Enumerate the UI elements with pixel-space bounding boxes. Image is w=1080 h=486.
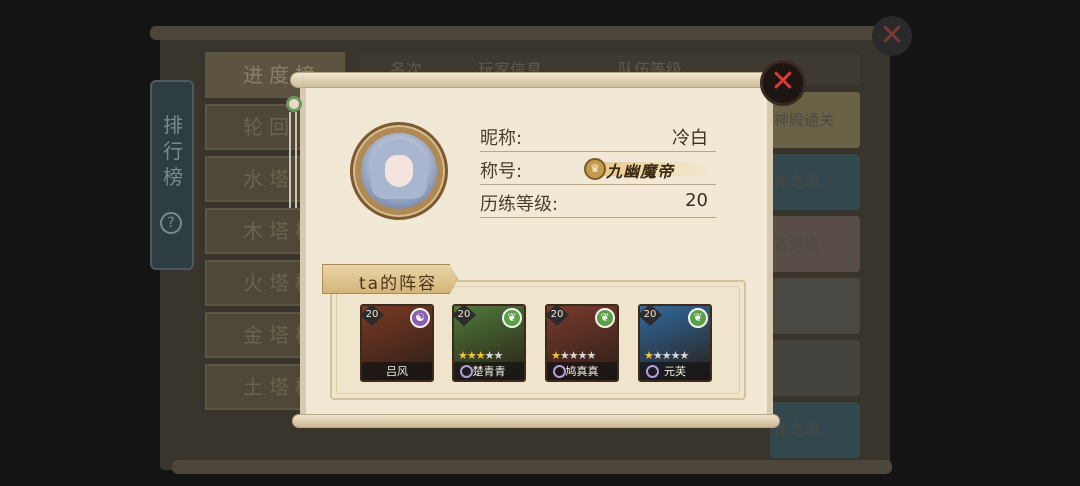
table-row[interactable]: 古遗迹 <box>770 216 860 272</box>
player-avatar-frame <box>350 122 448 220</box>
crown-icon: ♛ <box>584 158 606 180</box>
hero-star-rating: ★★★★★ <box>458 349 504 362</box>
ranking-progress-column: 神殿通关 命之间 古遗迹 蝌连廊 命之间 <box>770 92 860 464</box>
help-icon[interactable]: ? <box>160 212 182 234</box>
hero-star-rating: ★★★★★ <box>644 349 690 362</box>
table-row[interactable] <box>770 340 860 396</box>
table-row[interactable]: 命之间 <box>770 402 860 458</box>
ranking-side-banner: 排行榜 ? <box>150 80 194 270</box>
star-icon: ★ <box>661 349 672 362</box>
nickname-value: 冷白 <box>672 128 708 149</box>
title-label: 称号: <box>480 161 523 182</box>
star-icon: ★ <box>670 349 681 362</box>
hero-card[interactable]: 20 ☯ 吕风 <box>360 304 434 382</box>
hero-name: 吕风 <box>386 365 408 378</box>
jade-knot-icon <box>286 96 302 112</box>
title-row: 称号: ♛ 九幽魔帝 <box>480 155 716 185</box>
level-value: 20 <box>685 190 708 211</box>
close-icon: ✕ <box>770 64 796 99</box>
hero-star-rating: ★★★★★ <box>551 349 597 362</box>
leaf-icon: ❦ <box>502 308 522 328</box>
star-icon: ★ <box>466 349 477 362</box>
hero-card[interactable]: 20 ❦ ★★★★★ 楚青青 <box>452 304 526 382</box>
star-icon: ★ <box>679 349 690 362</box>
close-button[interactable]: ✕ <box>760 60 806 106</box>
avatar-face <box>385 155 413 187</box>
star-icon: ★ <box>493 349 504 362</box>
side-banner-title: 排行榜 <box>163 113 183 189</box>
board-close-icon[interactable]: ✕ <box>872 16 912 56</box>
star-icon: ★ <box>586 349 597 362</box>
hero-name: 元芙 <box>664 365 686 378</box>
yin-yang-icon: ☯ <box>410 308 430 328</box>
level-label: 历练等级: <box>480 194 559 215</box>
hero-card[interactable]: 20 ❦ ★★★★★ 鸠真真 <box>545 304 619 382</box>
leaf-icon: ❦ <box>595 308 615 328</box>
star-icon: ★ <box>577 349 588 362</box>
lineup-tag-label: ta的阵容 <box>359 274 438 294</box>
star-icon: ★ <box>652 349 663 362</box>
title-badge: ♛ 九幽魔帝 <box>582 156 712 182</box>
avatar <box>361 133 437 209</box>
hero-name: 鸠真真 <box>565 365 599 378</box>
star-icon: ★ <box>644 349 654 362</box>
scroll-bottom-roller <box>292 414 780 428</box>
nickname-row: 昵称: 冷白 <box>480 122 716 152</box>
scroll-top-roller <box>290 72 780 88</box>
star-icon: ★ <box>458 349 468 362</box>
tassel-decoration <box>289 112 297 208</box>
table-row[interactable]: 蝌连廊 <box>770 278 860 334</box>
nickname-label: 昵称: <box>480 128 523 149</box>
star-icon: ★ <box>484 349 495 362</box>
star-icon: ★ <box>551 349 561 362</box>
level-row: 历练等级: 20 <box>480 188 716 218</box>
leaf-icon: ❦ <box>688 308 708 328</box>
star-icon: ★ <box>475 349 486 362</box>
board-top-roller <box>150 26 880 40</box>
title-value: 九幽魔帝 <box>606 162 675 181</box>
hero-card[interactable]: 20 ❦ ★★★★★ 元芙 <box>638 304 712 382</box>
star-icon: ★ <box>568 349 579 362</box>
star-icon: ★ <box>559 349 570 362</box>
table-row[interactable]: 命之间 <box>770 154 860 210</box>
hero-name: 楚青青 <box>472 365 506 378</box>
lineup-tag: ta的阵容 <box>322 264 458 294</box>
